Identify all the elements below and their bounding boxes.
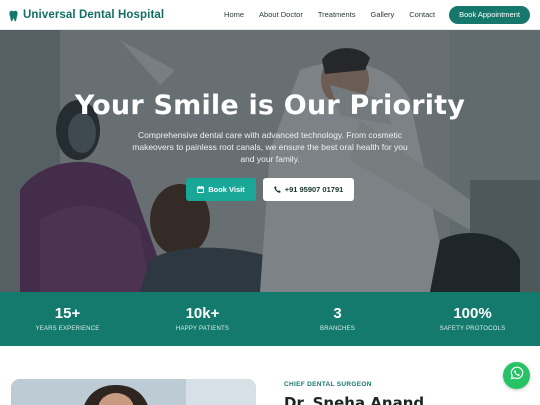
hero-title: Your Smile is Our Priority (74, 90, 466, 121)
stat-label: HAPPY PATIENTS (175, 326, 230, 332)
nav-treatments[interactable]: Treatments (318, 10, 356, 19)
book-visit-button[interactable]: Book Visit (186, 178, 256, 201)
brand-logo[interactable]: Universal Dental Hospital (9, 9, 164, 21)
stat-value: 100% (453, 305, 492, 322)
call-button[interactable]: +91 95907 01791 (263, 178, 354, 201)
hero-content: Your Smile is Our Priority Comprehensive… (0, 30, 540, 292)
whatsapp-button[interactable] (503, 362, 530, 389)
stat-safety-protocols: 100% SAFETY PROTOCOLS (405, 292, 540, 346)
hero-subtitle: Comprehensive dental care with advanced … (132, 130, 408, 164)
stat-value: 15+ (54, 305, 81, 322)
book-appointment-button[interactable]: Book Appointment (449, 5, 530, 24)
nav-home[interactable]: Home (224, 10, 244, 19)
tooth-icon (9, 9, 18, 21)
stat-label: SAFETY PROTOCOLS (439, 326, 506, 332)
stat-branches: 3 BRANCHES (270, 292, 405, 346)
stat-years-experience: 15+ YEARS EXPERIENCE (0, 292, 135, 346)
doctor-section: CHIEF DENTAL SURGEON Dr. Sneha Anand (0, 346, 540, 405)
book-visit-label: Book Visit (208, 185, 245, 194)
stat-label: BRANCHES (320, 326, 355, 332)
main-nav: Home About Doctor Treatments Gallery Con… (224, 5, 530, 24)
nav-contact[interactable]: Contact (409, 10, 435, 19)
stat-happy-patients: 10k+ HAPPY PATIENTS (135, 292, 270, 346)
nav-about-doctor[interactable]: About Doctor (259, 10, 303, 19)
stat-value: 3 (333, 305, 342, 322)
calendar-icon (197, 186, 205, 193)
doctor-kicker: CHIEF DENTAL SURGEON (284, 381, 372, 388)
stat-value: 10k+ (185, 305, 220, 322)
doctor-name: Dr. Sneha Anand (284, 394, 425, 405)
hero-actions: Book Visit +91 95907 01791 (0, 178, 540, 201)
nav-gallery[interactable]: Gallery (370, 10, 394, 19)
doctor-photo (11, 379, 256, 405)
stats-band: 15+ YEARS EXPERIENCE 10k+ HAPPY PATIENTS… (0, 292, 540, 346)
whatsapp-icon (510, 366, 524, 385)
stat-label: YEARS EXPERIENCE (35, 326, 100, 332)
site-header: Universal Dental Hospital Home About Doc… (0, 0, 540, 30)
hero-section: Your Smile is Our Priority Comprehensive… (0, 30, 540, 292)
phone-icon (273, 186, 281, 193)
phone-number: +91 95907 01791 (284, 185, 344, 194)
brand-name: Universal Dental Hospital (23, 8, 165, 21)
